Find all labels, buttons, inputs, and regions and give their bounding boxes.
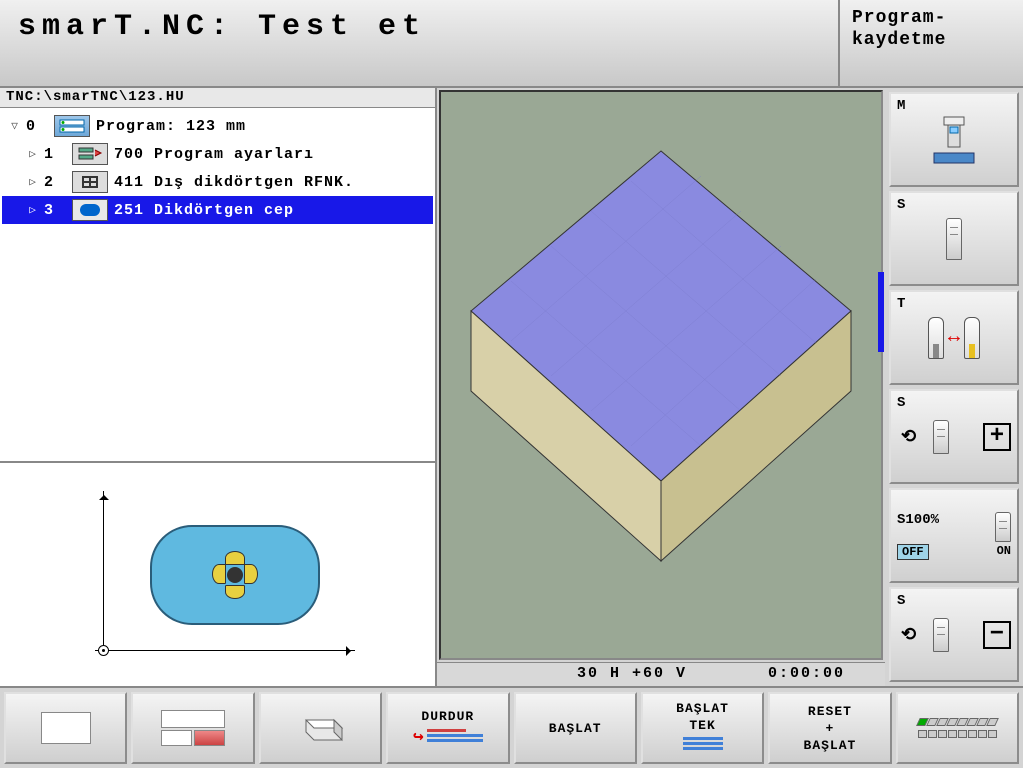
header-bar: smarT.NC: Test et Program- kaydetme bbox=[0, 0, 1023, 88]
workpiece-3d bbox=[451, 111, 871, 591]
3d-viewport[interactable] bbox=[439, 90, 883, 660]
scrollbar-thumb[interactable] bbox=[878, 272, 884, 352]
s100-button[interactable]: S100% OFF ON bbox=[889, 488, 1019, 583]
t-tool-button[interactable]: T ↔ bbox=[889, 290, 1019, 385]
single-view-icon bbox=[41, 712, 91, 744]
grid-icon bbox=[72, 171, 108, 193]
mode-label: Program- kaydetme bbox=[838, 0, 1023, 86]
expander-icon[interactable]: ▷ bbox=[24, 147, 42, 161]
spindle-icon bbox=[995, 512, 1011, 542]
center-column: 30 H +60 V 0:00:00 bbox=[437, 88, 885, 686]
softkey-pager[interactable] bbox=[896, 692, 1019, 764]
pocket-icon bbox=[72, 199, 108, 221]
softkey-label: TEK bbox=[689, 718, 715, 733]
tree-row-0[interactable]: ▽ 0 Program: 123 mm bbox=[2, 112, 433, 140]
softkey-label: BAŞLAT bbox=[676, 701, 729, 716]
row-number: 2 bbox=[42, 174, 72, 191]
row-number: 3 bbox=[42, 202, 72, 219]
program-icon bbox=[54, 115, 90, 137]
softkey-label: BAŞLAT bbox=[804, 738, 857, 753]
expander-icon[interactable]: ▷ bbox=[24, 203, 42, 217]
spindle-icon bbox=[933, 618, 949, 652]
settings-icon bbox=[72, 143, 108, 165]
softkey-label: BAŞLAT bbox=[549, 721, 602, 736]
softkey-label: + bbox=[826, 721, 835, 736]
sim-time: 0:00:00 bbox=[768, 665, 845, 684]
y-axis-icon bbox=[103, 491, 104, 651]
cycle-preview bbox=[0, 461, 435, 686]
m-button[interactable]: M bbox=[889, 92, 1019, 187]
spindle-icon bbox=[933, 420, 949, 454]
split-view-icon bbox=[161, 710, 225, 746]
right-sidebar: M S T ↔ S ⟲ + bbox=[885, 88, 1023, 686]
s-minus-button[interactable]: S ⟲ − bbox=[889, 587, 1019, 682]
stop-icon bbox=[413, 726, 483, 748]
row-label: Program: 123 mm bbox=[96, 118, 246, 135]
minus-icon: − bbox=[983, 621, 1011, 649]
softkey-label: RESET bbox=[808, 704, 852, 719]
origin-icon bbox=[98, 645, 109, 656]
cutter-icon bbox=[213, 553, 257, 597]
s-spindle-button[interactable]: S bbox=[889, 191, 1019, 286]
left-column: TNC:\smarTNC\123.HU ▽ 0 Program: 123 mm … bbox=[0, 88, 437, 686]
softkey-label: DURDUR bbox=[421, 709, 474, 724]
x-axis-icon bbox=[95, 650, 355, 651]
off-toggle[interactable]: OFF bbox=[897, 544, 929, 560]
row-number: 1 bbox=[42, 146, 72, 163]
expander-icon[interactable]: ▽ bbox=[6, 119, 24, 133]
row-label: 700 Program ayarları bbox=[114, 146, 314, 163]
softkey-baslat-tek[interactable]: BAŞLAT TEK bbox=[641, 692, 764, 764]
view-angle: 30 H +60 V bbox=[577, 665, 687, 684]
step-icon bbox=[683, 737, 723, 755]
viewport-status: 30 H +60 V 0:00:00 bbox=[437, 662, 885, 686]
row-label: 411 Dış dikdörtgen RFNK. bbox=[114, 174, 354, 191]
plus-icon: + bbox=[983, 423, 1011, 451]
softkey-durdur[interactable]: DURDUR bbox=[386, 692, 509, 764]
softkey-reset-baslat[interactable]: RESET + BAŞLAT bbox=[768, 692, 891, 764]
softkey-bar: DURDUR BAŞLAT BAŞLAT TEK RESET + BAŞLAT bbox=[0, 686, 1023, 768]
expander-icon[interactable]: ▷ bbox=[24, 175, 42, 189]
mill-machine-icon bbox=[930, 115, 978, 165]
file-path: TNC:\smarTNC\123.HU bbox=[0, 88, 435, 108]
tree-row-3[interactable]: ▷ 3 251 Dikdörtgen cep bbox=[2, 196, 433, 224]
pocket-shape bbox=[150, 525, 320, 625]
tool-swap-icon: ↔ bbox=[928, 317, 980, 359]
s-plus-button[interactable]: S ⟲ + bbox=[889, 389, 1019, 484]
tree-row-2[interactable]: ▷ 2 411 Dış dikdörtgen RFNK. bbox=[2, 168, 433, 196]
spindle-icon bbox=[946, 218, 962, 260]
softkey-baslat[interactable]: BAŞLAT bbox=[514, 692, 637, 764]
axes-diagram bbox=[95, 483, 365, 663]
row-label: 251 Dikdörtgen cep bbox=[114, 202, 294, 219]
main-area: TNC:\smarTNC\123.HU ▽ 0 Program: 123 mm … bbox=[0, 88, 1023, 686]
app-title: smarT.NC: Test et bbox=[0, 0, 838, 86]
row-number: 0 bbox=[24, 118, 54, 135]
tree-row-1[interactable]: ▷ 1 700 Program ayarları bbox=[2, 140, 433, 168]
softkey-view-3d[interactable] bbox=[259, 692, 382, 764]
program-tree: ▽ 0 Program: 123 mm ▷ 1 700 Program ayar… bbox=[0, 108, 435, 461]
softkey-view-split[interactable] bbox=[131, 692, 254, 764]
pager-icon bbox=[918, 718, 997, 738]
box3d-icon bbox=[294, 712, 346, 744]
on-label: ON bbox=[997, 544, 1011, 560]
softkey-view-single[interactable] bbox=[4, 692, 127, 764]
